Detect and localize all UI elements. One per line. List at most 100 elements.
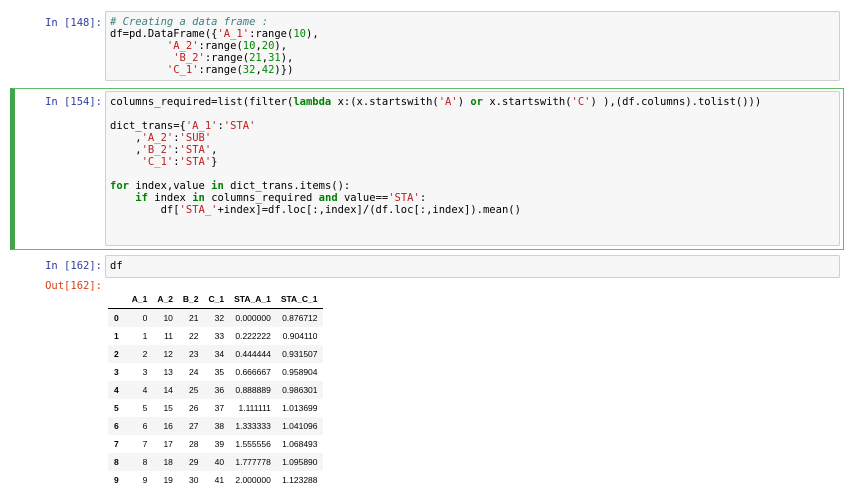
code-token: ), bbox=[280, 52, 294, 64]
table-cell: 3 bbox=[142, 367, 148, 377]
table-header-row: A_1 A_2 B_2 C_1 STA_A_1 STA_C_1 bbox=[108, 290, 323, 309]
table-cell: 5 bbox=[142, 403, 148, 413]
row-index-cell: 1 bbox=[114, 331, 119, 341]
code-token: ) bbox=[457, 96, 471, 108]
code-token: 'STA' bbox=[179, 156, 212, 168]
table-cell: 38 bbox=[214, 421, 225, 431]
code-token: :range( bbox=[204, 52, 250, 64]
table-row: 9 9 19 30 41 2.000000 1.123288 bbox=[108, 471, 323, 489]
table-row: 5 5 15 26 37 1.111111 1.013699 bbox=[108, 399, 323, 417]
input-prompt: In [148]: bbox=[45, 17, 102, 29]
code-editor[interactable]: columns_required=list(filter(lambda x:(x… bbox=[105, 91, 840, 246]
code-cell-148[interactable]: In [148]: # Creating a data frame : df=p… bbox=[10, 10, 844, 84]
table-cell: 11 bbox=[164, 331, 173, 341]
code-token: 'C' bbox=[571, 96, 591, 108]
table-cell: 12 bbox=[163, 349, 173, 359]
column-header-cell: A_1 bbox=[126, 290, 153, 309]
code-token: 'A_1' bbox=[185, 120, 218, 132]
code-text[interactable]: df bbox=[106, 256, 839, 276]
table-cell: 23 bbox=[189, 349, 199, 359]
code-token: df=pd.DataFrame({ bbox=[110, 28, 218, 40]
code-token: 'STA' bbox=[388, 192, 420, 204]
code-cell-162[interactable]: In [162]: df bbox=[10, 254, 844, 278]
table-cell: 1.111111 bbox=[238, 403, 271, 413]
code-token: for bbox=[110, 180, 129, 192]
dataframe-output-table: A_1 A_2 B_2 C_1 STA_A_1 STA_C_1 0 0 10 21 32 0.000… bbox=[108, 290, 323, 489]
table-cell: 0 bbox=[142, 313, 148, 323]
code-token: 31 bbox=[268, 52, 281, 64]
table-cell: 0.444444 bbox=[235, 349, 271, 359]
table-cell: 34 bbox=[214, 349, 225, 359]
code-token: +index]=df.loc[:,index]/(df.loc[:,index]… bbox=[217, 204, 521, 216]
row-index-cell: 3 bbox=[114, 367, 119, 377]
code-token: 'C_1' bbox=[141, 156, 174, 168]
table-cell: 16 bbox=[163, 421, 173, 431]
table-cell: 41 bbox=[214, 475, 225, 485]
row-index-cell: 2 bbox=[114, 349, 119, 359]
column-header-cell: STA_C_1 bbox=[275, 290, 323, 309]
table-cell: 14 bbox=[163, 385, 173, 395]
code-token: columns_required bbox=[204, 192, 319, 204]
code-token: 'B_2' bbox=[141, 144, 174, 156]
row-index-cell: 5 bbox=[114, 403, 119, 413]
code-token: , bbox=[110, 144, 142, 156]
table-cell: 0.931507 bbox=[282, 349, 318, 359]
table-cell: 1.095890 bbox=[282, 457, 318, 467]
table-cell: 7 bbox=[142, 439, 148, 449]
table-cell: 0.888889 bbox=[235, 385, 271, 395]
code-token: x:(x.startswith( bbox=[331, 96, 439, 108]
row-index-cell: 7 bbox=[114, 439, 119, 449]
code-cell-154-selected[interactable]: In [154]: columns_required=list(filter(l… bbox=[10, 88, 844, 250]
table-cell: 2 bbox=[142, 349, 148, 359]
table-cell: 0.222222 bbox=[235, 331, 271, 341]
code-token: 20 bbox=[261, 40, 275, 52]
code-text[interactable]: # Creating a data frame : df=pd.DataFram… bbox=[106, 12, 839, 80]
column-header-cell: C_1 bbox=[203, 290, 230, 309]
code-editor[interactable]: # Creating a data frame : df=pd.DataFram… bbox=[105, 11, 840, 81]
table-row: 0 0 10 21 32 0.000000 0.876712 bbox=[108, 308, 323, 327]
table-row: 6 6 16 27 38 1.333333 1.041096 bbox=[108, 417, 323, 435]
table-cell: 8 bbox=[142, 457, 148, 467]
row-index-cell: 0 bbox=[114, 313, 119, 323]
table-cell: 9 bbox=[142, 475, 148, 485]
code-token: 'STA' bbox=[223, 120, 256, 132]
code-editor[interactable]: df bbox=[105, 255, 840, 278]
code-token: and bbox=[318, 192, 338, 204]
code-token: 'STA' bbox=[179, 144, 212, 156]
table-cell: 4 bbox=[142, 385, 148, 395]
code-token: 'STA_' bbox=[179, 204, 218, 216]
table-cell: 1 bbox=[142, 331, 148, 341]
table-row: 3 3 13 24 35 0.666667 0.958904 bbox=[108, 363, 323, 381]
table-cell: 1.777778 bbox=[235, 457, 271, 467]
row-index-cell: 8 bbox=[114, 457, 119, 467]
code-token: 'A' bbox=[438, 96, 458, 108]
code-token: 'A_2' bbox=[141, 132, 174, 144]
table-row: 8 8 18 29 40 1.777778 1.095890 bbox=[108, 453, 323, 471]
code-token: ) ),(df.columns).tolist())) bbox=[590, 96, 762, 108]
input-prompt: In [154]: bbox=[45, 96, 102, 108]
table-cell: 2.000000 bbox=[235, 475, 271, 485]
table-cell: 25 bbox=[189, 385, 199, 395]
code-token: if bbox=[135, 192, 148, 204]
code-token: x.startswith( bbox=[483, 96, 572, 108]
table-cell: 22 bbox=[189, 331, 199, 341]
table-cell: 10 bbox=[163, 313, 173, 323]
table-cell: 39 bbox=[214, 439, 225, 449]
code-token: columns_required=list(filter( bbox=[110, 96, 294, 108]
code-token: 'C_1' bbox=[166, 64, 199, 76]
code-token: in bbox=[192, 192, 205, 204]
table-cell: 37 bbox=[214, 403, 225, 413]
code-token: lambda bbox=[293, 96, 332, 108]
table-cell: 19 bbox=[163, 475, 173, 485]
code-text[interactable]: columns_required=list(filter(lambda x:(x… bbox=[106, 92, 839, 220]
row-index-cell: 6 bbox=[114, 421, 119, 431]
table-cell: 6 bbox=[142, 421, 148, 431]
index-header-cell bbox=[108, 290, 127, 309]
code-token: 10 bbox=[293, 28, 306, 40]
table-cell: 29 bbox=[189, 457, 199, 467]
input-prompt: In [162]: bbox=[45, 260, 102, 272]
table-cell: 1.013699 bbox=[282, 403, 318, 413]
